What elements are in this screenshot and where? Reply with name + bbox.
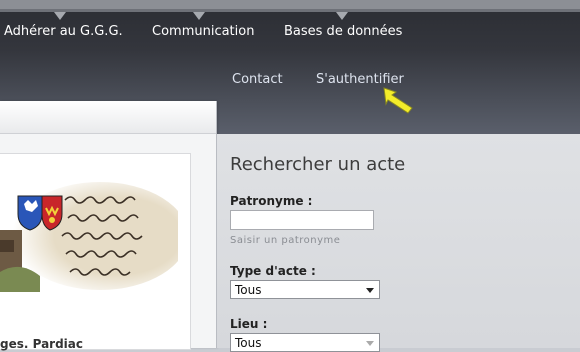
nav-item-bases-de-donnees[interactable]: Bases de données xyxy=(284,24,402,39)
left-panel-caption: ges. Pardiac xyxy=(0,337,84,351)
left-panel-content xyxy=(0,153,191,350)
act-type-label: Type d'acte : xyxy=(230,264,316,278)
surname-label: Patronyme : xyxy=(230,194,313,208)
place-label: Lieu : xyxy=(230,317,268,331)
nav-item-communication[interactable]: Communication xyxy=(152,24,254,39)
top-strip xyxy=(0,0,580,12)
menu-caret-icon xyxy=(193,12,205,20)
pointer-arrow-icon xyxy=(383,87,413,114)
search-title: Rechercher un acte xyxy=(230,154,406,175)
surname-input[interactable] xyxy=(230,210,374,230)
menu-caret-icon xyxy=(54,12,66,20)
manuscript-banner-image xyxy=(0,180,178,292)
menu-caret-icon xyxy=(336,12,348,20)
left-panel: ges. Pardiac xyxy=(0,101,217,351)
nav-item-contact[interactable]: Contact xyxy=(232,72,283,87)
act-type-select[interactable]: Tous xyxy=(230,280,380,299)
nav-item-adherer[interactable]: Adhérer au G.G.G. xyxy=(4,24,123,39)
chevron-down-icon xyxy=(366,288,374,293)
chevron-down-icon xyxy=(366,341,374,346)
surname-hint: Saisir un patronyme xyxy=(230,235,341,246)
left-panel-header xyxy=(0,101,216,134)
place-select[interactable]: Tous xyxy=(230,333,380,352)
search-panel: Rechercher un acte Patronyme : Saisir un… xyxy=(217,134,580,352)
act-type-value: Tous xyxy=(235,283,262,297)
